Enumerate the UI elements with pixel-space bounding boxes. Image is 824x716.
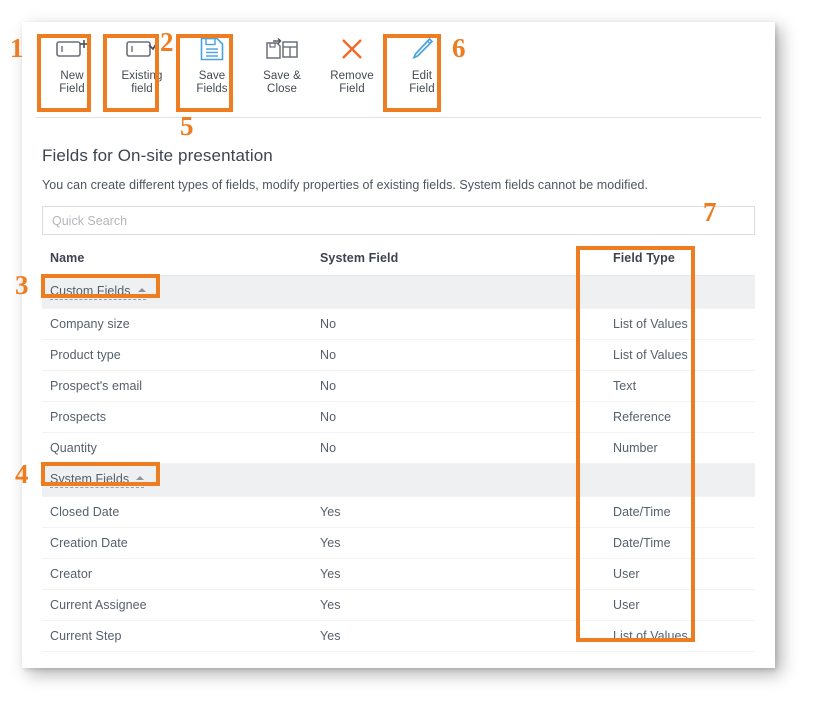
- cell-field-type: List of Values: [605, 308, 755, 340]
- field-plus-icon: [55, 32, 89, 66]
- cell-name: Closed Date: [42, 496, 312, 528]
- cell-system-field: No: [312, 370, 605, 402]
- cell-field-type: Number: [605, 432, 755, 464]
- save-fields-button[interactable]: Save Fields: [178, 22, 246, 106]
- cell-system-field: No: [312, 432, 605, 464]
- cell-system-field: Yes: [312, 496, 605, 528]
- save-fields-button-label: Save Fields: [196, 70, 228, 95]
- cell-field-type: Date/Time: [605, 527, 755, 559]
- cell-name: Prospects: [42, 401, 312, 433]
- cell-field-type: List of Values: [605, 339, 755, 371]
- cell-field-type: List of Values: [605, 620, 755, 652]
- cell-system-field: No: [312, 339, 605, 371]
- fields-table-body: Custom Fields Company size No List of Va…: [42, 275, 755, 652]
- cell-field-type: Date/Time: [605, 496, 755, 528]
- table-row[interactable]: Creator Yes User: [42, 558, 755, 590]
- ribbon-toolbar: New Field Existing field Save Fields Sav…: [22, 22, 775, 117]
- cell-system-field: Yes: [312, 589, 605, 621]
- save-and-close-icon: [265, 32, 299, 66]
- new-field-button-label: New Field: [59, 70, 85, 95]
- cell-system-field: No: [312, 308, 605, 340]
- cell-system-field: Yes: [312, 558, 605, 590]
- table-row[interactable]: Quantity No Number: [42, 432, 755, 464]
- page-title: Fields for On-site presentation: [42, 146, 273, 165]
- chevron-up-icon: [137, 288, 146, 292]
- custom-fields-group-cell[interactable]: Custom Fields: [42, 275, 755, 309]
- table-header-row: Name System Field Field Type: [42, 251, 755, 276]
- edit-field-button[interactable]: Edit Field: [388, 22, 456, 106]
- table-row[interactable]: Current Step Yes List of Values: [42, 620, 755, 652]
- cell-name: Prospect's email: [42, 370, 312, 402]
- cell-name: Current Step: [42, 620, 312, 652]
- edit-field-button-label: Edit Field: [409, 70, 435, 95]
- cell-name: Current Assignee: [42, 589, 312, 621]
- column-header-name[interactable]: Name: [42, 251, 312, 276]
- chevron-up-icon: [136, 476, 145, 480]
- save-and-close-button[interactable]: Save & Close: [248, 22, 316, 106]
- cell-name: Product type: [42, 339, 312, 371]
- remove-field-button-label: Remove Field: [330, 70, 374, 95]
- system-fields-group-label: System Fields: [50, 472, 130, 486]
- column-header-field-type[interactable]: Field Type: [605, 251, 755, 276]
- page-subtitle: You can create different types of fields…: [42, 178, 648, 192]
- cell-system-field: Yes: [312, 527, 605, 559]
- table-row[interactable]: Current Assignee Yes User: [42, 589, 755, 621]
- table-row[interactable]: Prospect's email No Text: [42, 370, 755, 402]
- remove-field-button[interactable]: Remove Field: [318, 22, 386, 106]
- custom-fields-group[interactable]: Custom Fields: [42, 275, 755, 309]
- table-row[interactable]: Company size No List of Values: [42, 308, 755, 340]
- quick-search-input[interactable]: [42, 206, 755, 235]
- custom-fields-group-toggle[interactable]: Custom Fields: [50, 284, 146, 300]
- table-row[interactable]: Product type No List of Values: [42, 339, 755, 371]
- fields-table: Name System Field Field Type Custom Fiel…: [42, 251, 755, 652]
- table-row[interactable]: Closed Date Yes Date/Time: [42, 496, 755, 528]
- table-row[interactable]: Creation Date Yes Date/Time: [42, 527, 755, 559]
- pencil-icon: [409, 32, 435, 66]
- system-fields-group[interactable]: System Fields: [42, 463, 755, 497]
- save-and-close-button-label: Save & Close: [263, 70, 301, 95]
- existing-field-button-label: Existing field: [121, 70, 163, 95]
- system-fields-group-toggle[interactable]: System Fields: [50, 472, 145, 488]
- cell-system-field: Yes: [312, 620, 605, 652]
- application-window: New Field Existing field Save Fields Sav…: [22, 22, 775, 668]
- cell-name: Quantity: [42, 432, 312, 464]
- table-row[interactable]: Prospects No Reference: [42, 401, 755, 433]
- existing-field-button[interactable]: Existing field: [108, 22, 176, 106]
- system-fields-group-cell[interactable]: System Fields: [42, 463, 755, 497]
- save-disk-icon: [199, 32, 225, 66]
- fields-panel-body: Fields for On-site presentation You can …: [22, 118, 775, 668]
- cell-field-type: Reference: [605, 401, 755, 433]
- cell-name: Creation Date: [42, 527, 312, 559]
- column-header-system-field[interactable]: System Field: [312, 251, 605, 276]
- fields-table-head: Name System Field Field Type: [42, 251, 755, 276]
- close-x-icon: [339, 32, 365, 66]
- cell-field-type: User: [605, 558, 755, 590]
- field-check-icon: [125, 32, 159, 66]
- cell-name: Creator: [42, 558, 312, 590]
- cell-field-type: Text: [605, 370, 755, 402]
- cell-field-type: User: [605, 589, 755, 621]
- new-field-button[interactable]: New Field: [38, 22, 106, 106]
- custom-fields-group-label: Custom Fields: [50, 284, 131, 298]
- cell-name: Company size: [42, 308, 312, 340]
- cell-system-field: No: [312, 401, 605, 433]
